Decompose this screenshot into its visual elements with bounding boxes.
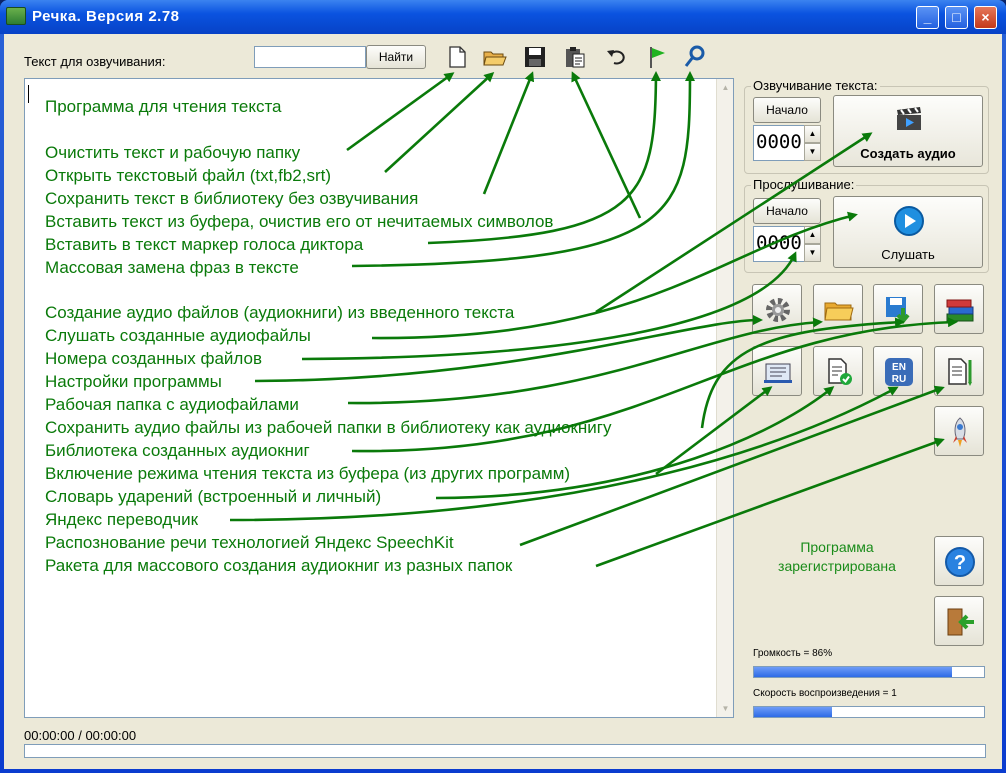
text-line: Сохранить аудио файлы из рабочей папки в… [45, 418, 612, 437]
text-line: Библиотека созданных аудиокниг [45, 441, 310, 460]
settings-button[interactable] [752, 284, 802, 334]
volume-label: Громкость = 86% [753, 648, 833, 659]
voicing-group: Озвучивание текста: Начало 0000 ▲ ▼ Созд… [744, 78, 989, 174]
text-line: Рабочая папка с аудиофайлами [45, 395, 299, 414]
text-line: Распознование речи технологией Яндекс Sp… [45, 533, 454, 552]
playback-time: 00:00:00 / 00:00:00 [24, 728, 137, 743]
text-line: Создание аудио файлов (аудиокниги) из вв… [45, 303, 515, 322]
library-button[interactable] [934, 284, 984, 334]
work-folder-button[interactable] [813, 284, 863, 334]
save-to-library-button[interactable] [873, 284, 923, 334]
client-area: Текст для озвучивания: Найти ▲ ▼ Програм… [4, 34, 1002, 769]
text-line: Ракета для массового создания аудиокниг … [45, 556, 513, 575]
clapperboard-icon [897, 107, 921, 130]
text-line: Яндекс переводчик [45, 510, 199, 529]
text-line: Настройки программы [45, 372, 222, 391]
clipboard-reading-button[interactable] [752, 346, 802, 396]
svg-text:RU: RU [892, 374, 906, 385]
spin-up-icon[interactable]: ▲ [804, 125, 821, 143]
find-replace-icon[interactable] [682, 44, 708, 70]
app-icon [6, 7, 26, 25]
find-button[interactable]: Найти [366, 45, 426, 69]
exit-door-icon [947, 608, 974, 636]
create-audio-button[interactable]: Создать аудио [833, 95, 983, 167]
registration-status: Программа зарегистрирована [778, 539, 896, 574]
volume-fill [754, 667, 952, 677]
clipboard-paste-icon[interactable] [562, 44, 588, 70]
save-icon[interactable] [522, 44, 548, 70]
rocket-button[interactable] [934, 406, 984, 456]
minimize-button[interactable]: _ [916, 6, 939, 29]
voicing-start-button[interactable]: Начало [753, 97, 821, 123]
books-library-icon [946, 299, 974, 322]
title-bar[interactable]: Речка. Версия 2.78 _ □ × [0, 0, 1006, 34]
text-line: Вставить текст из буфера, очистив его от… [45, 212, 554, 231]
scroll-down-icon[interactable]: ▼ [718, 701, 733, 716]
app-window: Речка. Версия 2.78 _ □ × Текст для озвуч… [0, 0, 1006, 773]
flag-marker-icon[interactable] [644, 44, 670, 70]
speech-recognition-button[interactable] [934, 346, 984, 396]
settings-gear-icon [766, 298, 790, 322]
vertical-scrollbar[interactable]: ▲ ▼ [716, 79, 733, 717]
search-input[interactable] [254, 46, 366, 68]
text-line: Программа для чтения текста [45, 97, 282, 116]
listening-group-title: Прослушивание: [751, 177, 857, 192]
listening-group: Прослушивание: Начало 0000 ▲ ▼ Слушать [744, 177, 989, 273]
maximize-button[interactable]: □ [945, 6, 968, 29]
text-line: Включение режима чтения текста из буфера… [45, 464, 571, 483]
svg-text:EN: EN [892, 362, 906, 373]
help-button[interactable]: ? [934, 536, 984, 586]
scroll-up-icon[interactable]: ▲ [718, 80, 733, 95]
text-line: Открыть текстовый файл (txt,fb2,srt) [45, 166, 331, 185]
text-editor[interactable]: ▲ ▼ Программа для чтения текста Очистить… [24, 78, 734, 718]
dictionary-check-icon [828, 358, 852, 385]
text-line: Очистить текст и рабочую папку [45, 143, 301, 162]
clipboard-reading-icon [764, 363, 792, 383]
speed-fill [754, 707, 833, 717]
speed-label: Скорость воспроизведения = 1 [753, 688, 897, 699]
listen-label: Слушать [881, 247, 935, 262]
volume-slider[interactable] [753, 666, 985, 678]
exit-button[interactable] [934, 596, 984, 646]
dictionary-button[interactable] [813, 346, 863, 396]
close-button[interactable]: × [974, 6, 997, 29]
text-label: Текст для озвучивания: [24, 54, 166, 69]
window-title: Речка. Версия 2.78 [32, 8, 180, 25]
voicing-group-title: Озвучивание текста: [751, 78, 880, 93]
text-line: Словарь ударений (встроенный и личный) [45, 487, 382, 506]
svg-text:?: ? [954, 552, 966, 574]
text-line: Сохранить текст в библиотеку без озвучив… [45, 189, 419, 208]
rocket-icon [953, 417, 967, 447]
new-file-icon[interactable] [444, 44, 470, 70]
spin-down-icon[interactable]: ▼ [804, 244, 821, 262]
voicing-start-spinner[interactable]: ▲ ▼ [804, 125, 821, 161]
listen-button[interactable]: Слушать [833, 196, 983, 268]
playback-progress-bar[interactable] [24, 744, 986, 758]
open-folder-icon[interactable] [482, 44, 508, 70]
play-icon [894, 206, 924, 236]
translate-en-ru-icon: ENRU [885, 358, 913, 386]
text-line: Слушать созданные аудиофайлы [45, 326, 311, 345]
text-line: Номера созданных файлов [45, 349, 263, 368]
undo-icon[interactable] [604, 44, 630, 70]
create-audio-label: Создать аудио [860, 146, 956, 161]
text-line: Вставить в текст маркер голоса диктора [45, 235, 364, 254]
help-question-icon: ? [945, 547, 975, 577]
listening-start-spinner[interactable]: ▲ ▼ [804, 226, 821, 262]
text-line: Массовая замена фраз в тексте [45, 258, 299, 277]
spin-up-icon[interactable]: ▲ [804, 226, 821, 244]
speed-slider[interactable] [753, 706, 985, 718]
text-caret [28, 85, 29, 103]
folder-icon [824, 302, 854, 321]
speech-recognition-icon [948, 358, 972, 386]
listening-start-button[interactable]: Начало [753, 198, 821, 224]
save-to-library-icon [886, 297, 910, 325]
translator-button[interactable]: EN RU [873, 346, 923, 396]
spin-down-icon[interactable]: ▼ [804, 143, 821, 161]
